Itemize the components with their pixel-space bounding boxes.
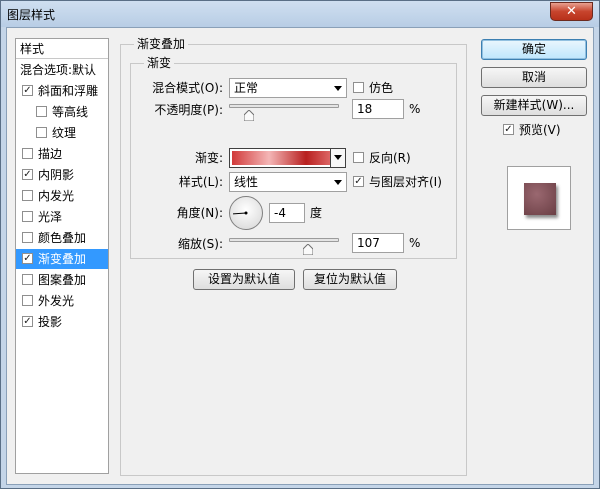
opacity-label: 不透明度(P):	[154, 103, 223, 117]
style-select[interactable]: 线性	[229, 172, 347, 192]
preview-swatch	[524, 183, 556, 215]
style-checkbox[interactable]	[36, 127, 47, 138]
new-style-button[interactable]: 新建样式(W)...	[481, 95, 587, 116]
scale-slider-track[interactable]	[229, 238, 339, 242]
style-list-item-label: 颜色叠加	[38, 231, 87, 245]
reverse-checkbox[interactable]	[353, 152, 364, 163]
dither-label: 仿色	[369, 81, 394, 95]
style-list-item[interactable]: ✓ 投影	[16, 312, 108, 332]
reverse-label: 反向(R)	[369, 151, 411, 165]
scale-input[interactable]: 107	[352, 233, 404, 253]
style-preview	[507, 166, 571, 230]
make-default-button[interactable]: 设置为默认值	[193, 269, 295, 290]
chevron-down-icon	[334, 155, 342, 160]
style-checkbox[interactable]: ✓	[22, 85, 33, 96]
style-checkbox[interactable]	[22, 274, 33, 285]
style-list-item-label: 内阴影	[38, 168, 75, 182]
blend-mode-value: 正常	[234, 81, 259, 95]
gradient-dropdown-button[interactable]	[330, 149, 345, 167]
style-label: 样式(L):	[178, 175, 223, 189]
style-list-item-label: 图案叠加	[38, 273, 87, 287]
angle-label: 角度(N):	[176, 206, 223, 220]
gradient-picker[interactable]	[229, 148, 346, 168]
close-button[interactable]: ✕	[550, 2, 593, 21]
reset-default-button[interactable]: 复位为默认值	[303, 269, 397, 290]
style-list-item-label: 描边	[38, 147, 63, 161]
angle-dial[interactable]	[229, 196, 263, 230]
style-list-item-label: 等高线	[52, 105, 89, 119]
style-list-item[interactable]: 光泽	[16, 207, 108, 227]
styles-list: 样式 混合选项:默认 ✓ 斜面和浮雕等高线纹理描边 ✓ 内阴影内发光光泽颜色叠加 ✓ 渐变叠…	[15, 38, 109, 474]
style-list-item-label: 外发光	[38, 294, 75, 308]
title-bar[interactable]: 图层样式 ✕	[1, 1, 599, 27]
chevron-down-icon	[334, 86, 342, 91]
style-checkbox[interactable]	[22, 295, 33, 306]
blend-mode-label: 混合模式(O):	[152, 81, 223, 95]
angle-unit: 度	[310, 206, 323, 220]
style-checkbox[interactable]: ✓	[22, 253, 33, 264]
style-list-item[interactable]: 等高线	[16, 102, 108, 122]
opacity-slider-track[interactable]	[229, 104, 339, 108]
style-checkbox[interactable]	[36, 106, 47, 117]
style-list-item-label: 内发光	[38, 189, 75, 203]
style-checkbox[interactable]	[22, 211, 33, 222]
window-title: 图层样式	[7, 8, 56, 22]
gradient-subgroup-title: 渐变	[144, 56, 175, 70]
scale-unit: %	[409, 236, 421, 250]
preview-checkbox[interactable]: ✓	[503, 124, 514, 135]
style-list-item-label: 投影	[38, 315, 63, 329]
gradient-overlay-title: 渐变叠加	[134, 37, 189, 51]
style-checkbox[interactable]	[22, 190, 33, 201]
chevron-down-icon	[334, 180, 342, 185]
angle-indicator-icon	[232, 211, 248, 215]
style-list-item[interactable]: ✓ 斜面和浮雕	[16, 81, 108, 101]
style-checkbox[interactable]: ✓	[22, 169, 33, 180]
align-layer-checkbox[interactable]: ✓	[353, 176, 364, 187]
scale-label: 缩放(S):	[177, 237, 223, 251]
dither-checkbox[interactable]	[353, 82, 364, 93]
opacity-unit: %	[409, 102, 421, 116]
style-value: 线性	[234, 175, 259, 189]
preview-label: 预览(V)	[519, 123, 561, 137]
opacity-slider-thumb[interactable]	[243, 110, 254, 121]
gradient-preview	[232, 151, 343, 165]
style-list-item[interactable]: 纹理	[16, 123, 108, 143]
style-list-item-label: 光泽	[38, 210, 63, 224]
style-list-item[interactable]: 内发光	[16, 186, 108, 206]
style-list-item[interactable]: ✓ 内阴影	[16, 165, 108, 185]
style-checkbox[interactable]	[22, 148, 33, 159]
styles-header[interactable]: 样式	[16, 39, 108, 59]
style-list-item-label: 混合选项:默认	[20, 63, 97, 77]
layer-style-dialog: 图层样式 ✕ 样式 混合选项:默认 ✓ 斜面和浮雕等高线纹理描边 ✓ 内阴影内发光光泽颜…	[0, 0, 600, 489]
blend-mode-select[interactable]: 正常	[229, 78, 347, 98]
dialog-client-area: 样式 混合选项:默认 ✓ 斜面和浮雕等高线纹理描边 ✓ 内阴影内发光光泽颜色叠加 ✓ 渐变叠…	[6, 27, 594, 485]
style-checkbox[interactable]: ✓	[22, 316, 33, 327]
align-layer-label: 与图层对齐(I)	[369, 175, 442, 189]
style-list-item-label: 渐变叠加	[38, 252, 87, 266]
style-list-item[interactable]: 颜色叠加	[16, 228, 108, 248]
cancel-button[interactable]: 取消	[481, 67, 587, 88]
style-list-item[interactable]: 描边	[16, 144, 108, 164]
opacity-input[interactable]: 18	[352, 99, 404, 119]
style-list-item[interactable]: 外发光	[16, 291, 108, 311]
style-checkbox[interactable]	[22, 232, 33, 243]
style-list-item-label: 纹理	[52, 126, 77, 140]
ok-button[interactable]: 确定	[481, 39, 587, 60]
style-list-item[interactable]: 混合选项:默认	[16, 60, 108, 80]
angle-input[interactable]: -4	[269, 203, 305, 223]
gradient-label: 渐变:	[194, 151, 223, 165]
style-list-item[interactable]: ✓ 渐变叠加	[16, 249, 108, 269]
style-list-item-label: 斜面和浮雕	[38, 84, 99, 98]
scale-slider-thumb[interactable]	[302, 244, 313, 255]
style-list-item[interactable]: 图案叠加	[16, 270, 108, 290]
